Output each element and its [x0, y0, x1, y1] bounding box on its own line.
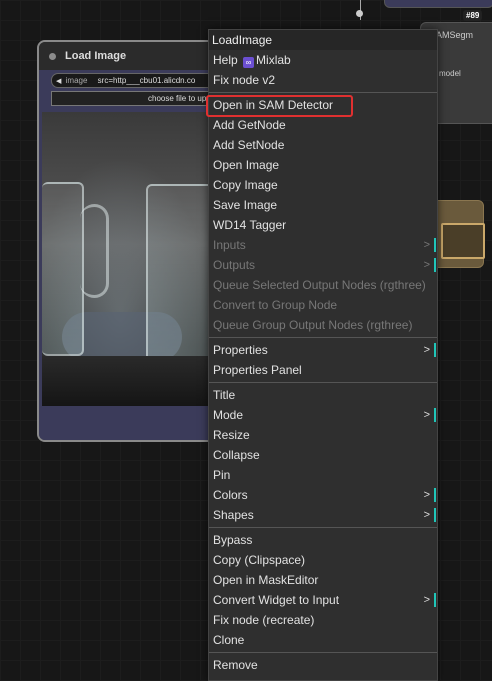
- menu-item-label: Resize: [213, 428, 250, 442]
- submenu-arrow-icon: >: [423, 489, 430, 501]
- menu-item-label: Clone: [213, 633, 245, 647]
- background-node-brown[interactable]: [432, 200, 485, 268]
- menu-item-resize[interactable]: Resize: [209, 425, 437, 445]
- arrow-left-icon[interactable]: ◀: [56, 78, 61, 85]
- menu-item-label: Help: [213, 53, 238, 67]
- menu-item-shapes[interactable]: Shapes >: [209, 505, 437, 525]
- submenu-arrow-icon: >: [423, 344, 430, 356]
- menu-item-convert-widget-to-input[interactable]: Convert Widget to Input >: [209, 590, 437, 610]
- menu-item-add-setnode[interactable]: Add SetNode: [209, 135, 437, 155]
- menu-separator: [209, 382, 437, 383]
- menu-title: LoadImage: [209, 30, 437, 50]
- menu-item-label: Copy Image: [213, 178, 278, 192]
- menu-item-label: Mode: [213, 408, 244, 422]
- menu-item-open-in-sam-detector[interactable]: Open in SAM Detector: [209, 95, 437, 115]
- menu-item-label: Convert Widget to Input: [213, 593, 340, 607]
- menu-item-pin[interactable]: Pin: [209, 465, 437, 485]
- submenu-arrow-icon: >: [423, 239, 430, 251]
- menu-item-label: Mixlab: [256, 53, 291, 67]
- submenu-arrow-icon: >: [423, 259, 430, 271]
- menu-item-queue-selected-output-nodes-rgthree: Queue Selected Output Nodes (rgthree): [209, 275, 437, 295]
- menu-item-queue-group-output-nodes-rgthree: Queue Group Output Nodes (rgthree): [209, 315, 437, 335]
- menu-item-title[interactable]: Title: [209, 385, 437, 405]
- menu-item-save-image[interactable]: Save Image: [209, 195, 437, 215]
- menu-item-label: Open Image: [213, 158, 280, 172]
- menu-item-label: Add GetNode: [213, 118, 286, 132]
- menu-item-clone[interactable]: Clone: [209, 630, 437, 650]
- submenu-indicator: [434, 508, 436, 522]
- menu-item-label: Bypass: [213, 533, 253, 547]
- context-menu: LoadImage Help ∞ Mixlab Fix node v2 Open …: [208, 29, 438, 681]
- menu-item-label: Copy (Clipspace): [213, 553, 306, 567]
- background-node-top[interactable]: [384, 0, 492, 8]
- menu-item-fix-node-v2[interactable]: Fix node v2: [209, 70, 437, 90]
- submenu-arrow-icon: >: [423, 409, 430, 421]
- menu-item-remove[interactable]: Remove: [209, 655, 437, 675]
- menu-item-label: Shapes: [213, 508, 254, 522]
- node-id-badge: #89: [463, 10, 483, 21]
- menu-item-label: Outputs: [213, 258, 256, 272]
- menu-item-label: Collapse: [213, 448, 260, 462]
- menu-item-bypass[interactable]: Bypass: [209, 530, 437, 550]
- menu-item-label: Add SetNode: [213, 138, 285, 152]
- menu-item-wd14-tagger[interactable]: WD14 Tagger: [209, 215, 437, 235]
- menu-item-label: Title: [213, 388, 236, 402]
- menu-item-properties-panel[interactable]: Properties Panel: [209, 360, 437, 380]
- menu-item-label: Save Image: [213, 198, 278, 212]
- menu-item-label: Inputs: [213, 238, 246, 252]
- menu-item-open-image[interactable]: Open Image: [209, 155, 437, 175]
- submenu-arrow-icon: >: [423, 509, 430, 521]
- glass-mug-left: [42, 182, 84, 356]
- submenu-indicator: [434, 238, 436, 252]
- menu-item-properties[interactable]: Properties >: [209, 340, 437, 360]
- link-reroute-dot[interactable]: [356, 10, 363, 17]
- menu-item-label: Queue Selected Output Nodes (rgthree): [213, 278, 426, 292]
- submenu-indicator: [434, 408, 436, 422]
- menu-item-label: Properties: [213, 343, 268, 357]
- menu-item-open-in-maskeditor[interactable]: Open in MaskEditor: [209, 570, 437, 590]
- menu-separator: [209, 527, 437, 528]
- menu-item-colors[interactable]: Colors >: [209, 485, 437, 505]
- mixlab-infinity-icon: ∞: [243, 57, 255, 68]
- menu-item-label: Queue Group Output Nodes (rgthree): [213, 318, 413, 332]
- node-title: Load Image: [65, 50, 127, 62]
- menu-item-label: Fix node (recreate): [213, 613, 315, 627]
- submenu-indicator: [434, 488, 436, 502]
- collapse-dot-icon[interactable]: [49, 52, 56, 60]
- menu-item-copy-image[interactable]: Copy Image: [209, 175, 437, 195]
- menu-item-label: WD14 Tagger: [213, 218, 287, 232]
- submenu-indicator: [434, 343, 436, 357]
- menu-item-label: Remove: [213, 658, 258, 672]
- menu-item-add-getnode[interactable]: Add GetNode: [209, 115, 437, 135]
- submenu-arrow-icon: >: [423, 594, 430, 606]
- menu-item-label: Open in SAM Detector: [213, 98, 334, 112]
- menu-item-label: Colors: [213, 488, 248, 502]
- widget-value: src=http___cbu01.alicdn.co: [97, 76, 196, 85]
- menu-item-inputs: Inputs >: [209, 235, 437, 255]
- menu-item-label: Pin: [213, 468, 231, 482]
- menu-separator: [209, 92, 437, 93]
- menu-item-label: Convert to Group Node: [213, 298, 338, 312]
- menu-item-convert-to-group-node: Convert to Group Node: [209, 295, 437, 315]
- menu-item-collapse[interactable]: Collapse: [209, 445, 437, 465]
- menu-item-fix-node-recreate[interactable]: Fix node (recreate): [209, 610, 437, 630]
- menu-item-label: Fix node v2: [213, 73, 276, 87]
- node-input-label: model: [439, 69, 461, 78]
- menu-item-label: Properties Panel: [213, 363, 302, 377]
- submenu-indicator: [434, 258, 436, 272]
- menu-item-help-mixlab[interactable]: Help ∞ Mixlab: [209, 50, 437, 70]
- menu-item-mode[interactable]: Mode >: [209, 405, 437, 425]
- menu-item-label: Open in MaskEditor: [213, 573, 319, 587]
- submenu-indicator: [434, 593, 436, 607]
- mug-handle: [80, 204, 109, 298]
- widget-label: image: [65, 76, 88, 85]
- menu-separator: [209, 652, 437, 653]
- menu-item-outputs: Outputs >: [209, 255, 437, 275]
- menu-separator: [209, 337, 437, 338]
- node-preview: [441, 223, 485, 259]
- menu-item-copy-clipspace[interactable]: Copy (Clipspace): [209, 550, 437, 570]
